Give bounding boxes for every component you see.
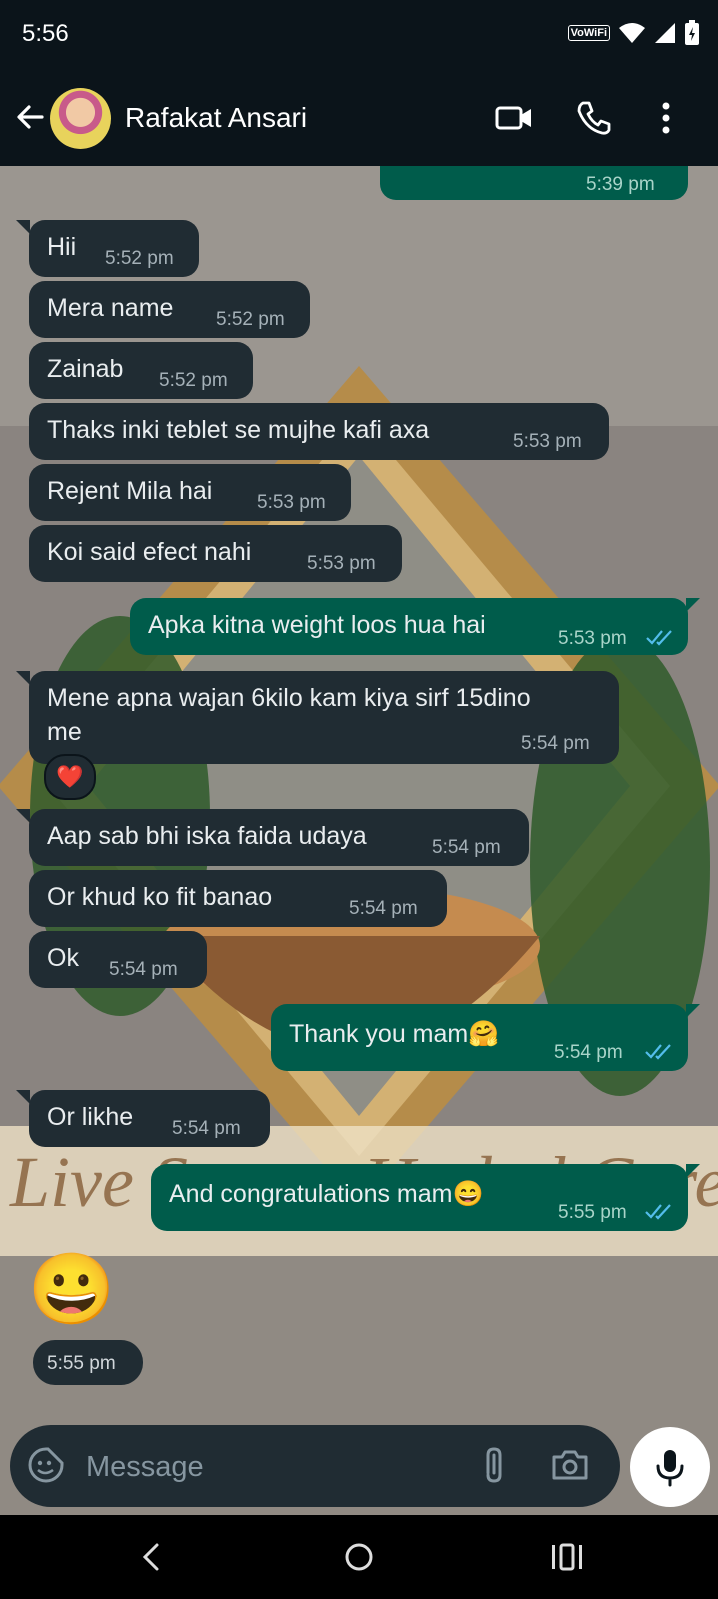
emoji-time-pill: 5:55 pm xyxy=(33,1340,143,1385)
bubble-tail xyxy=(16,1090,30,1104)
bubble-tail xyxy=(16,809,30,823)
signal-icon xyxy=(655,23,675,43)
message-text: Zainab xyxy=(47,355,124,383)
message-time: 5:54 pm xyxy=(554,1042,623,1063)
mic-button[interactable] xyxy=(630,1427,710,1507)
message-bubble-incoming[interactable]: Thaks inki teblet se mujhe kafi axa 5:53… xyxy=(29,403,609,460)
message-time: 5:53 pm xyxy=(513,431,582,452)
vowifi-badge: VoWiFi xyxy=(567,25,610,41)
message-time: 5:53 pm xyxy=(307,553,376,574)
message-composer[interactable] xyxy=(10,1425,620,1507)
status-time: 5:56 xyxy=(22,20,69,47)
chat-area[interactable]: Live Secure Herbal Care 5:39 pm Hii 5:52… xyxy=(0,166,718,1515)
nav-recents-icon[interactable] xyxy=(547,1537,587,1577)
message-time: 5:55 pm xyxy=(47,1353,116,1374)
message-time: 5:53 pm xyxy=(257,492,326,513)
bubble-tail xyxy=(16,220,30,234)
message-time: 5:54 pm xyxy=(109,959,178,980)
camera-icon[interactable] xyxy=(550,1445,590,1485)
message-bubble-outgoing[interactable]: Thank you mam🤗 5:54 pm xyxy=(271,1004,688,1071)
message-bubble-incoming[interactable]: Aap sab bhi iska faida udaya 5:54 pm xyxy=(29,809,529,866)
arrow-left-icon[interactable] xyxy=(12,99,48,135)
read-ticks-icon xyxy=(645,1204,671,1220)
message-text: Mera name xyxy=(47,294,174,322)
battery-icon xyxy=(685,20,699,45)
message-bubble-incoming[interactable]: Hii 5:52 pm xyxy=(29,220,199,277)
message-text: Thank you mam🤗 xyxy=(289,1020,500,1048)
nav-home-icon[interactable] xyxy=(339,1537,379,1577)
message-input[interactable] xyxy=(84,1441,468,1493)
heart-reaction: ❤️ xyxy=(56,764,84,789)
message-text: Rejent Mila hai xyxy=(47,477,213,505)
contact-name[interactable]: Rafakat Ansari xyxy=(125,102,307,134)
more-vert-icon[interactable] xyxy=(646,98,686,138)
avatar[interactable] xyxy=(50,88,111,149)
message-time: 5:52 pm xyxy=(105,248,174,269)
message-bubble-incoming[interactable]: Rejent Mila hai 5:53 pm xyxy=(29,464,351,521)
message-bubble-outgoing[interactable]: And congratulations mam😄 5:55 pm xyxy=(151,1164,688,1231)
message-bubble-incoming[interactable]: Zainab 5:52 pm xyxy=(29,342,253,399)
message-time: 5:54 pm xyxy=(349,898,418,919)
mic-icon xyxy=(656,1450,684,1487)
wifi-icon xyxy=(619,23,645,43)
system-nav-bar xyxy=(0,1515,718,1599)
message-bubble-partial[interactable]: 5:39 pm xyxy=(380,166,688,200)
message-time: 5:54 pm xyxy=(432,837,501,858)
message-bubble-incoming[interactable]: Ok 5:54 pm xyxy=(29,931,207,988)
message-text: Koi said efect nahi xyxy=(47,538,252,566)
bubble-tail xyxy=(686,1004,700,1018)
read-ticks-icon xyxy=(646,630,672,646)
message-text-line2: me xyxy=(47,718,82,746)
message-text: Apka kitna weight loos hua hai xyxy=(148,611,486,639)
paperclip-icon[interactable] xyxy=(474,1445,514,1485)
message-time: 5:52 pm xyxy=(216,309,285,330)
message-time: 5:39 pm xyxy=(586,174,655,195)
status-bar: 5:56 VoWiFi xyxy=(0,0,718,72)
message-bubble-outgoing[interactable]: Apka kitna weight loos hua hai 5:53 pm xyxy=(130,598,688,655)
message-text-line1: Mene apna wajan 6kilo kam kiya sirf 15di… xyxy=(47,684,531,712)
nav-back-icon[interactable] xyxy=(131,1537,171,1577)
message-time: 5:53 pm xyxy=(558,628,627,649)
message-bubble-incoming[interactable]: Koi said efect nahi 5:53 pm xyxy=(29,525,402,582)
video-call-icon[interactable] xyxy=(494,98,534,138)
input-row xyxy=(0,1413,718,1513)
message-text: Or khud ko fit banao xyxy=(47,883,273,911)
message-time: 5:54 pm xyxy=(172,1118,241,1139)
message-text: And congratulations mam😄 xyxy=(169,1180,484,1208)
reaction-badge[interactable]: ❤️ xyxy=(44,754,96,800)
message-time: 5:54 pm xyxy=(521,733,590,754)
message-text: Hii xyxy=(47,233,77,261)
message-bubble-incoming[interactable]: Mene apna wajan 6kilo kam kiya sirf 15di… xyxy=(29,671,619,764)
bubble-tail xyxy=(686,1164,700,1178)
message-text: Thaks inki teblet se mujhe kafi axa xyxy=(47,416,430,444)
read-ticks-icon xyxy=(645,1044,671,1060)
message-bubble-incoming[interactable]: Or khud ko fit banao 5:54 pm xyxy=(29,870,447,927)
bubble-tail xyxy=(16,671,30,685)
message-text: Aap sab bhi iska faida udaya xyxy=(47,822,367,850)
message-bubble-incoming[interactable]: Or likhe 5:54 pm xyxy=(29,1090,270,1147)
chat-header: Rafakat Ansari xyxy=(0,72,718,166)
message-time: 5:52 pm xyxy=(159,370,228,391)
sticker-icon[interactable] xyxy=(26,1445,66,1485)
emoji-message[interactable]: 😀 xyxy=(28,1249,115,1331)
message-bubble-incoming[interactable]: Mera name 5:52 pm xyxy=(29,281,310,338)
status-icons: VoWiFi xyxy=(567,20,700,46)
message-text: Or likhe xyxy=(47,1103,134,1131)
message-text: Ok xyxy=(47,944,79,972)
message-time: 5:55 pm xyxy=(558,1202,627,1223)
bubble-tail xyxy=(686,598,700,612)
phone-icon[interactable] xyxy=(574,98,614,138)
